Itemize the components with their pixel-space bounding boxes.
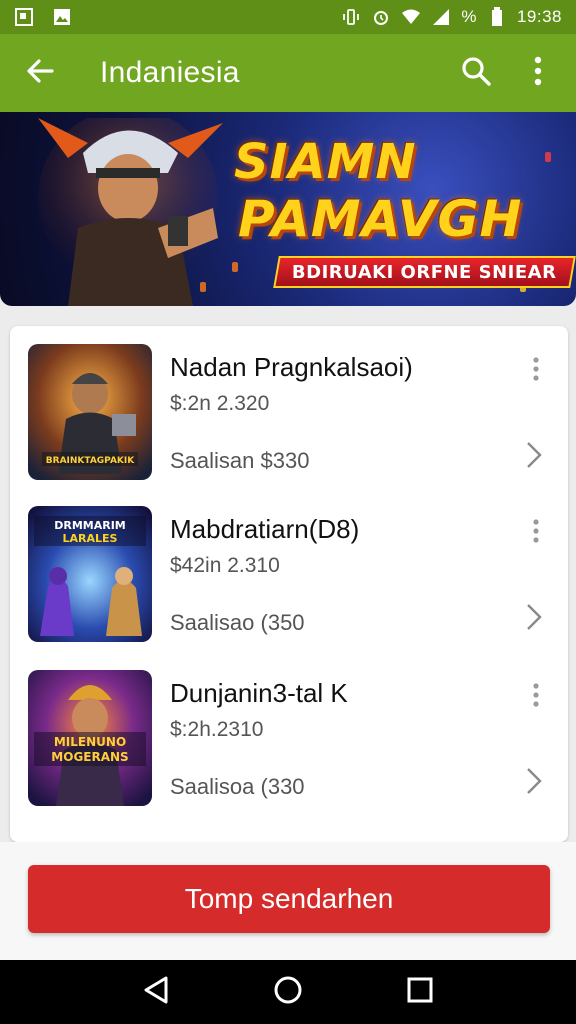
banner-title-line1: SIAMN (234, 134, 417, 190)
item-sale: Saalisao (350 (170, 610, 305, 635)
thumbnail-label: MILENUNO (54, 735, 126, 749)
wifi-icon (401, 7, 421, 27)
game-list-card: BRAINKTAGPAKIK Nadan Pragnkalsaoi) $:2n … (10, 326, 568, 842)
list-item[interactable]: MILENUNO MOGERANS Dunjanin3-tal K $:2h.2… (10, 652, 568, 812)
system-nav-bar (0, 960, 576, 1024)
item-price: $:2n 2.320 (170, 392, 270, 415)
hero-character-art (38, 118, 223, 306)
square-recents-icon (407, 977, 433, 1008)
chevron-right-icon (526, 441, 542, 474)
chevron-right-icon (526, 767, 542, 800)
thumbnail-label: DRMMARIM (54, 519, 126, 532)
primary-action-button[interactable]: Tomp sendarhen (28, 865, 550, 933)
overflow-menu-icon (533, 682, 539, 712)
triangle-back-icon (142, 975, 170, 1010)
item-sale: Saalisoa (330 (170, 774, 305, 799)
overflow-menu-icon (534, 56, 542, 91)
item-more-button[interactable] (524, 682, 548, 712)
overflow-menu-icon (533, 518, 539, 548)
item-name: Dunjanin3-tal K (170, 678, 348, 708)
image-icon (52, 7, 72, 27)
nav-back-button[interactable] (131, 967, 181, 1017)
list-item[interactable]: BRAINKTAGPAKIK Nadan Pragnkalsaoi) $:2n … (10, 326, 568, 486)
game-thumbnail: BRAINKTAGPAKIK (28, 344, 152, 480)
list-item[interactable]: DRMMARIM LARALES Mabdratiarn(D8) $42in 2… (10, 488, 568, 648)
item-open-button[interactable] (522, 766, 546, 800)
battery-percent: % (461, 7, 477, 26)
status-time: 19:38 (516, 7, 562, 26)
back-arrow-icon (25, 56, 55, 91)
item-name: Nadan Pragnkalsaoi) (170, 352, 413, 382)
item-more-button[interactable] (524, 518, 548, 548)
back-button[interactable] (18, 51, 62, 95)
thumbnail-label-2: MOGERANS (51, 750, 128, 764)
item-sale: Saalisan $330 (170, 448, 310, 473)
search-button[interactable] (456, 53, 496, 93)
overflow-menu-button[interactable] (518, 53, 558, 93)
nav-home-button[interactable] (263, 967, 313, 1017)
item-price: $:2h.2310 (170, 718, 264, 741)
status-bar: % 19:38 (0, 0, 576, 34)
game-thumbnail: DRMMARIM LARALES (28, 506, 152, 642)
chevron-right-icon (526, 603, 542, 636)
vibrate-icon (341, 7, 361, 27)
thumbnail-label: BRAINKTAGPAKIK (46, 456, 135, 466)
promo-banner[interactable]: SIAMN PAMAVGH BDIRUAKI ORFNE SNIEAR (0, 112, 576, 306)
screenshot-icon (14, 7, 34, 27)
overflow-menu-icon (533, 356, 539, 386)
banner-title-line2: PAMAVGH (238, 190, 523, 248)
battery-icon (487, 7, 507, 27)
item-open-button[interactable] (522, 602, 546, 636)
item-more-button[interactable] (524, 356, 548, 386)
item-open-button[interactable] (522, 440, 546, 474)
thumbnail-label-2: LARALES (63, 532, 118, 545)
app-bar: Indaniesia (0, 34, 576, 112)
alarm-icon (371, 7, 391, 27)
game-thumbnail: MILENUNO MOGERANS (28, 670, 152, 806)
nav-recents-button[interactable] (395, 967, 445, 1017)
circle-home-icon (273, 975, 303, 1010)
page-title: Indaniesia (100, 56, 240, 89)
signal-icon (431, 7, 451, 27)
banner-ribbon-text: BDIRUAKI ORFNE SNIEAR (292, 261, 557, 283)
item-price: $42in 2.310 (170, 554, 280, 577)
banner-ribbon: BDIRUAKI ORFNE SNIEAR (273, 256, 576, 288)
item-name: Mabdratiarn(D8) (170, 514, 360, 544)
search-icon (460, 55, 492, 92)
